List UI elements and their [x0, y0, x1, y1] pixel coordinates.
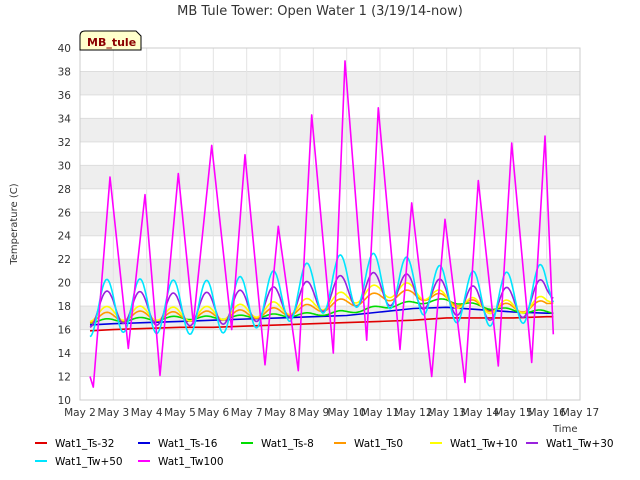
- x-tick-labels: May 2 May 3 May 4 May 5 May 6 May 7 May 8 May 9…: [64, 407, 599, 419]
- legend-item: Wat1_Tw100: [138, 456, 224, 468]
- y-axis-label: Temperature (C): [9, 183, 20, 265]
- legend-item: Wat1_Tw+50: [35, 456, 123, 468]
- legend-label: Wat1_Tw+50: [55, 456, 123, 468]
- y-tick-label: 18: [58, 301, 71, 313]
- chart: 10 12 14 16 18 20 22 24 26 28 30 32 34 36 38 40 May 2 Ma…: [0, 0, 640, 480]
- plot-band: [80, 118, 580, 142]
- plot-band: [80, 71, 580, 95]
- y-tick-label: 40: [58, 43, 71, 55]
- x-tick-label: May 2: [64, 407, 96, 419]
- y-tick-label: 26: [58, 207, 72, 219]
- y-tick-label: 38: [58, 66, 71, 78]
- plot-band: [80, 165, 580, 189]
- y-tick-label: 14: [58, 348, 72, 360]
- legend-label: Wat1_Ts0: [354, 438, 403, 450]
- y-tick-label: 32: [58, 137, 71, 149]
- x-tick-label: May 4: [131, 407, 163, 419]
- y-tick-label: 34: [58, 113, 72, 125]
- x-tick-label: May 7: [231, 407, 263, 419]
- legend-label: Wat1_Tw100: [158, 456, 224, 468]
- legend-label: Wat1_Tw+10: [450, 438, 518, 450]
- x-tick-label: May 17: [561, 407, 599, 419]
- legend-item: Wat1_Ts-16: [138, 438, 218, 450]
- legend-item: Wat1_Ts-32: [35, 438, 115, 450]
- plot-band: [80, 353, 580, 377]
- y-tick-label: 12: [58, 372, 71, 384]
- y-tick-label: 10: [58, 395, 71, 407]
- station-label: MB_tule: [87, 36, 136, 49]
- y-tick-label: 36: [58, 90, 72, 102]
- plot-band: [80, 212, 580, 236]
- y-tick-label: 24: [58, 231, 72, 243]
- y-tick-label: 20: [58, 278, 71, 290]
- legend-label: Wat1_Ts-16: [158, 438, 218, 450]
- y-tick-labels: 10 12 14 16 18 20 22 24 26 28 30 32 34 36 38 40: [58, 43, 72, 407]
- legend-label: Wat1_Ts-32: [55, 438, 115, 450]
- y-tick-label: 22: [58, 254, 71, 266]
- legend-item: Wat1_Ts0: [334, 438, 403, 450]
- station-badge: MB_tule: [79, 30, 142, 51]
- chart-title: MB Tule Tower: Open Water 1 (3/19/14-now…: [177, 4, 463, 19]
- x-tick-label: May 5: [164, 407, 196, 419]
- x-tick-label: May 9: [297, 407, 329, 419]
- legend-item: Wat1_Tw+30: [526, 438, 614, 450]
- x-tick-label: May 3: [97, 407, 129, 419]
- y-tick-label: 28: [58, 184, 71, 196]
- legend-label: Wat1_Tw+30: [546, 438, 614, 450]
- legend-item: Wat1_Tw+10: [430, 438, 518, 450]
- y-tick-label: 16: [58, 325, 72, 337]
- legend-label: Wat1_Ts-8: [261, 438, 314, 450]
- x-tick-label: May 8: [264, 407, 296, 419]
- x-tick-label: May 6: [197, 407, 229, 419]
- legend: Wat1_Ts-32 Wat1_Ts-16 Wat1_Ts-8 Wat1_Ts0 Wat…: [35, 438, 614, 468]
- chart-canvas: 10121416182022242628303234363840 May 2 Ma…: [9, 4, 614, 468]
- legend-item: Wat1_Ts-8: [241, 438, 314, 450]
- y-tick-label: 30: [58, 160, 71, 172]
- x-axis-label: Time: [552, 424, 577, 435]
